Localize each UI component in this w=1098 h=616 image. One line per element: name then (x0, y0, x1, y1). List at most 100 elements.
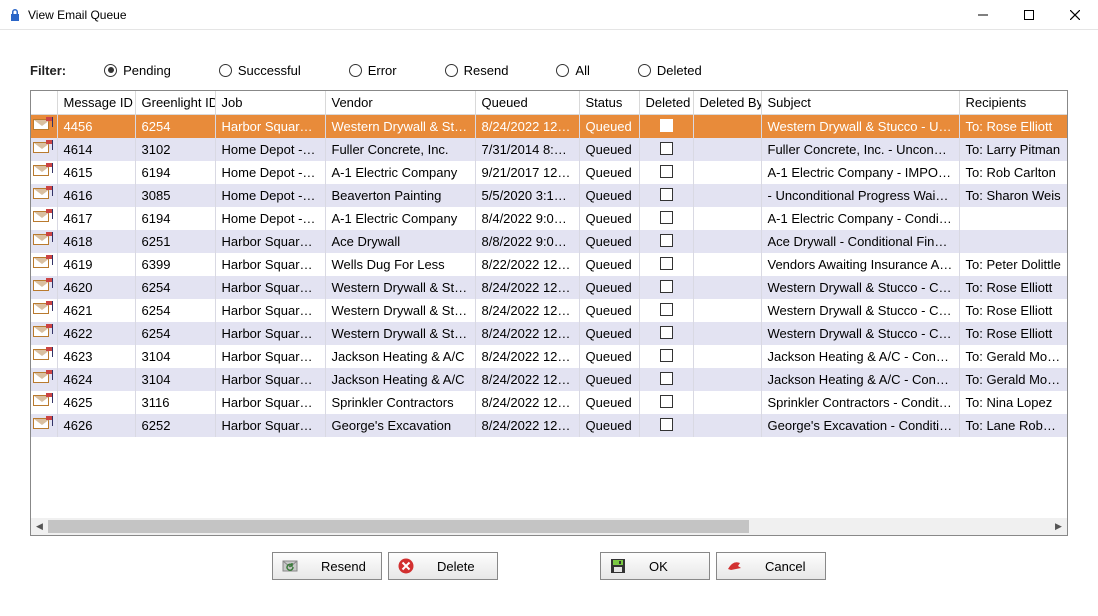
col-job[interactable]: Job (215, 91, 325, 115)
col-subject[interactable]: Subject (761, 91, 959, 115)
cell-message-id: 4623 (57, 345, 135, 368)
table-row[interactable]: 46176194Home Depot - S...A-1 Electric Co… (31, 207, 1067, 230)
cell-queued: 8/24/2022 12:2... (475, 115, 579, 139)
table-row[interactable]: 46253116Harbor Square At...Sprinkler Con… (31, 391, 1067, 414)
deleted-checkbox[interactable] (660, 349, 673, 362)
row-icon-cell (31, 299, 57, 322)
scroll-left-arrow[interactable]: ◀ (31, 518, 48, 535)
mail-flag-icon (31, 391, 53, 411)
col-recipients[interactable]: Recipients (959, 91, 1067, 115)
cell-deleted (639, 138, 693, 161)
cell-queued: 8/24/2022 12:5... (475, 414, 579, 437)
table-row[interactable]: 46206254Harbor Square At...Western Drywa… (31, 276, 1067, 299)
cell-greenlight-id: 6399 (135, 253, 215, 276)
cell-job: Harbor Square At... (215, 299, 325, 322)
filter-radio-pending[interactable]: Pending (104, 63, 171, 78)
deleted-checkbox[interactable] (660, 188, 673, 201)
cell-deleted (639, 115, 693, 139)
cell-recipients: To: Rob Carlton (959, 161, 1067, 184)
cell-deleted-by (693, 138, 761, 161)
deleted-checkbox[interactable] (660, 326, 673, 339)
mail-flag-icon (31, 322, 53, 342)
cell-greenlight-id: 3104 (135, 345, 215, 368)
cell-subject: George's Excavation - Conditional... (761, 414, 959, 437)
row-icon-cell (31, 207, 57, 230)
cell-vendor: Western Drywall & Stucco (325, 276, 475, 299)
table-row[interactable]: 46216254Harbor Square At...Western Drywa… (31, 299, 1067, 322)
cell-subject: A-1 Electric Company - Condition... (761, 207, 959, 230)
cancel-button[interactable]: Cancel (716, 552, 826, 580)
table-row[interactable]: 46196399Harbor Square At...Wells Dug For… (31, 253, 1067, 276)
deleted-checkbox[interactable] (660, 211, 673, 224)
radio-bullet-icon (556, 64, 569, 77)
cell-vendor: Beaverton Painting (325, 184, 475, 207)
filter-radio-all[interactable]: All (556, 63, 589, 78)
cell-recipients: To: Peter Dolittle (959, 253, 1067, 276)
minimize-button[interactable] (960, 0, 1006, 30)
col-icon[interactable] (31, 91, 57, 115)
deleted-checkbox[interactable] (660, 372, 673, 385)
scroll-thumb[interactable] (48, 520, 749, 533)
table-row[interactable]: 44566254Harbor Square At...Western Drywa… (31, 115, 1067, 139)
deleted-checkbox[interactable] (660, 303, 673, 316)
row-icon-cell (31, 115, 57, 139)
scroll-right-arrow[interactable]: ▶ (1050, 518, 1067, 535)
table-row[interactable]: 46186251Harbor Square At...Ace Drywall8/… (31, 230, 1067, 253)
delete-button[interactable]: Delete (388, 552, 498, 580)
ok-button[interactable]: OK (600, 552, 710, 580)
horizontal-scrollbar[interactable]: ◀ ▶ (31, 518, 1067, 535)
maximize-button[interactable] (1006, 0, 1052, 30)
col-status[interactable]: Status (579, 91, 639, 115)
cell-message-id: 4622 (57, 322, 135, 345)
deleted-checkbox[interactable] (660, 119, 673, 132)
table-row[interactable]: 46226254Harbor Square At...Western Drywa… (31, 322, 1067, 345)
cell-greenlight-id: 6254 (135, 115, 215, 139)
table-row[interactable]: 46163085Home Depot - S...Beaverton Paint… (31, 184, 1067, 207)
deleted-checkbox[interactable] (660, 142, 673, 155)
col-deleted[interactable]: Deleted (639, 91, 693, 115)
table-row[interactable]: 46233104Harbor Square At...Jackson Heati… (31, 345, 1067, 368)
radio-bullet-icon (219, 64, 232, 77)
table-row[interactable]: 46156194Home Depot - S...A-1 Electric Co… (31, 161, 1067, 184)
cell-recipients: To: Nina Lopez (959, 391, 1067, 414)
cell-recipients: To: Lane Roberts (959, 414, 1067, 437)
cell-subject: Jackson Heating & A/C - Conditio... (761, 345, 959, 368)
col-deleted-by[interactable]: Deleted By (693, 91, 761, 115)
cell-job: Harbor Square At... (215, 414, 325, 437)
table-row[interactable]: 46266252Harbor Square At...George's Exca… (31, 414, 1067, 437)
col-message-id[interactable]: Message ID (57, 91, 135, 115)
filter-radio-resend[interactable]: Resend (445, 63, 509, 78)
resend-button[interactable]: Resend (272, 552, 382, 580)
mail-flag-icon (31, 345, 53, 365)
deleted-checkbox[interactable] (660, 257, 673, 270)
cell-queued: 5/5/2020 3:14 ... (475, 184, 579, 207)
cell-subject: - Unconditional Progress Waiver f... (761, 184, 959, 207)
col-vendor[interactable]: Vendor (325, 91, 475, 115)
col-greenlight-id[interactable]: Greenlight ID (135, 91, 215, 115)
deleted-checkbox[interactable] (660, 418, 673, 431)
close-button[interactable] (1052, 0, 1098, 30)
cell-status: Queued (579, 368, 639, 391)
cell-deleted-by (693, 391, 761, 414)
deleted-checkbox[interactable] (660, 234, 673, 247)
deleted-checkbox[interactable] (660, 395, 673, 408)
filter-radio-deleted[interactable]: Deleted (638, 63, 702, 78)
cell-deleted-by (693, 115, 761, 139)
cell-message-id: 4456 (57, 115, 135, 139)
filter-radio-label: All (575, 63, 589, 78)
filter-radio-error[interactable]: Error (349, 63, 397, 78)
cell-deleted-by (693, 276, 761, 299)
save-icon (609, 557, 627, 575)
table-row[interactable]: 46143102Home Depot - S...Fuller Concrete… (31, 138, 1067, 161)
cell-message-id: 4625 (57, 391, 135, 414)
deleted-checkbox[interactable] (660, 280, 673, 293)
cell-queued: 8/24/2022 12:3... (475, 368, 579, 391)
cell-queued: 7/31/2014 8:55 ... (475, 138, 579, 161)
cell-deleted (639, 414, 693, 437)
cell-message-id: 4617 (57, 207, 135, 230)
col-queued[interactable]: Queued (475, 91, 579, 115)
deleted-checkbox[interactable] (660, 165, 673, 178)
table-row[interactable]: 46243104Harbor Square At...Jackson Heati… (31, 368, 1067, 391)
filter-radio-successful[interactable]: Successful (219, 63, 301, 78)
cancel-icon (725, 557, 743, 575)
